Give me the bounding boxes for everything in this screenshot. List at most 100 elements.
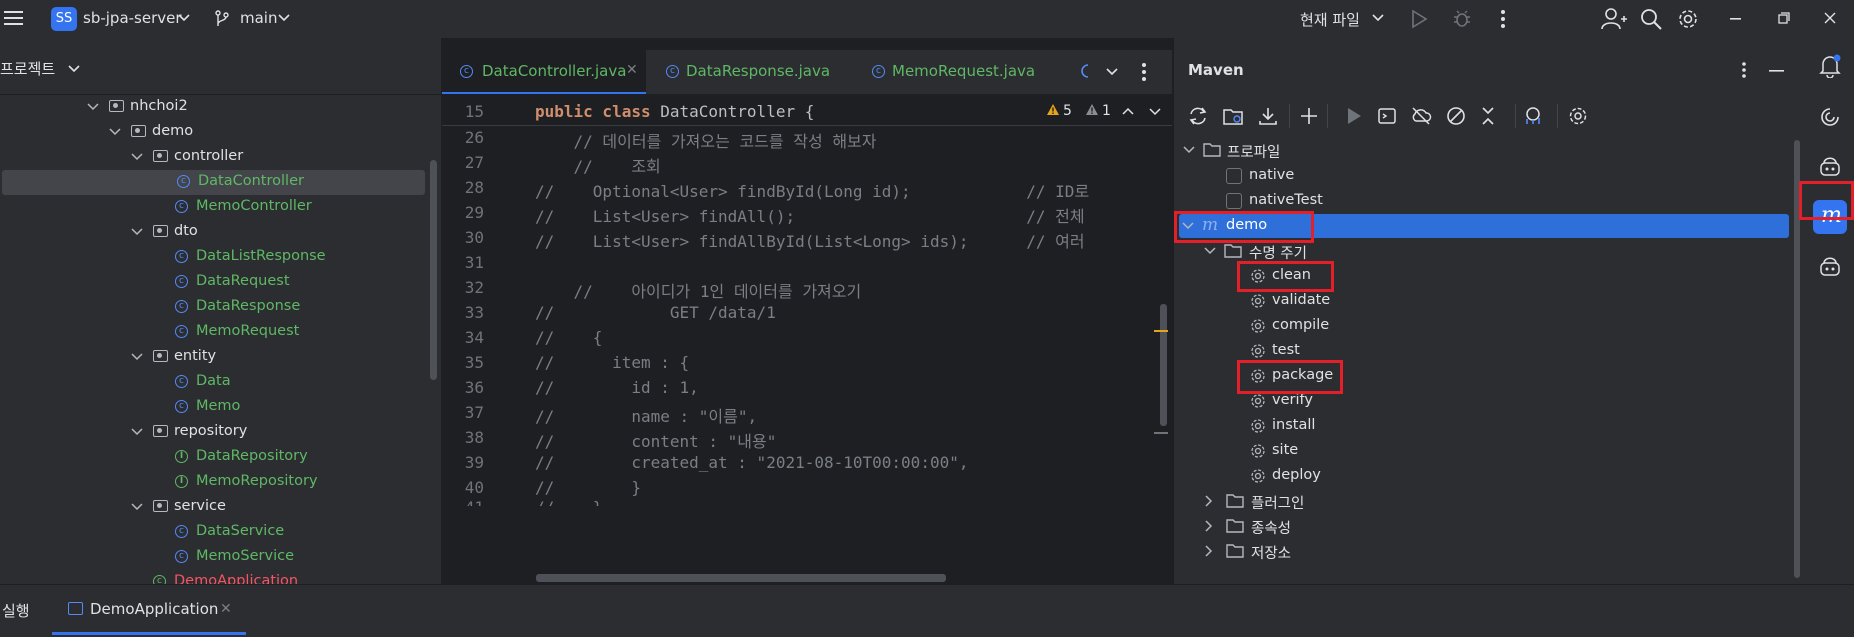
editor-scrollbar[interactable] bbox=[1160, 304, 1167, 426]
tree-row-memorequest[interactable]: c MemoRequest bbox=[0, 320, 441, 345]
tree-row-memocontroller[interactable]: c MemoController bbox=[0, 195, 441, 220]
close-tab-icon[interactable]: ✕ bbox=[626, 62, 638, 78]
dependencies-node[interactable]: 종속성 bbox=[1173, 514, 1804, 539]
code-line[interactable]: 38 // content : "내용" bbox=[442, 426, 1172, 451]
tree-row-service[interactable]: service bbox=[0, 495, 441, 520]
more-tabs-class-icon[interactable] bbox=[1080, 64, 1090, 78]
close-tab-icon[interactable]: ✕ bbox=[220, 601, 232, 617]
code-line[interactable]: 39 // created_at : "2021-08-10T00:00:00", bbox=[442, 451, 1172, 476]
tree-row-data[interactable]: c Data bbox=[0, 370, 441, 395]
code-line[interactable]: 35 // item : { bbox=[442, 351, 1172, 376]
chevron-right-icon[interactable] bbox=[1202, 519, 1216, 533]
project-badge[interactable]: SS bbox=[51, 7, 77, 31]
chevron-down-icon[interactable] bbox=[108, 125, 122, 139]
maven-settings-icon[interactable] bbox=[1568, 106, 1588, 126]
chevron-down-icon[interactable] bbox=[68, 64, 80, 74]
profile-native[interactable]: native bbox=[1173, 164, 1804, 189]
main-menu-icon[interactable] bbox=[4, 9, 24, 27]
search-icon[interactable] bbox=[1640, 8, 1662, 30]
chevron-down-icon[interactable] bbox=[1182, 143, 1196, 157]
analyze-dependencies-icon[interactable] bbox=[1524, 106, 1544, 126]
tree-row-datalistresponse[interactable]: c DataListResponse bbox=[0, 245, 441, 270]
lifecycle-goal-compile[interactable]: compile bbox=[1173, 314, 1804, 339]
offline-mode-icon[interactable] bbox=[1410, 106, 1432, 126]
chevron-down-icon[interactable] bbox=[130, 350, 144, 364]
run-maven-icon[interactable] bbox=[1345, 107, 1363, 125]
settings-gear-icon[interactable] bbox=[1677, 8, 1699, 30]
chevron-down-icon[interactable] bbox=[130, 150, 144, 164]
chevron-down-icon[interactable] bbox=[178, 13, 190, 23]
tree-row-datarepository[interactable]: I DataRepository bbox=[0, 445, 441, 470]
tab-run-demoapplication[interactable]: DemoApplication ✕ bbox=[52, 585, 246, 635]
more-vertical-icon[interactable] bbox=[1500, 9, 1506, 29]
add-user-icon[interactable] bbox=[1601, 7, 1627, 31]
chevron-down-icon[interactable] bbox=[278, 13, 290, 23]
tree-row-demo[interactable]: demo bbox=[0, 120, 441, 145]
tree-row-nhchoi2[interactable]: nhchoi2 bbox=[0, 95, 441, 120]
code-line[interactable]: 34 // { bbox=[442, 326, 1172, 351]
project-tree-scrollbar[interactable] bbox=[430, 160, 437, 380]
tab-memorequest[interactable]: c MemoRequest.java bbox=[820, 50, 1035, 94]
run-config-select[interactable]: 현재 파일 bbox=[1300, 9, 1360, 30]
more-vertical-icon[interactable] bbox=[1741, 61, 1747, 79]
tree-row-datarequest[interactable]: c DataRequest bbox=[0, 270, 441, 295]
lifecycle-goal-deploy[interactable]: deploy bbox=[1173, 464, 1804, 489]
tree-row-entity[interactable]: entity bbox=[0, 345, 441, 370]
skip-tests-icon[interactable] bbox=[1446, 106, 1466, 126]
tree-row-datacontroller[interactable]: c DataController bbox=[2, 170, 425, 195]
minimize-icon[interactable] bbox=[1730, 18, 1742, 21]
warning-marker[interactable] bbox=[1154, 330, 1168, 332]
tree-row-dataservice[interactable]: c DataService bbox=[0, 520, 441, 545]
code-line[interactable]: 30 // List<User> findAllById(List<Long> i… bbox=[442, 226, 1172, 251]
code-line[interactable]: 26 // 데이터를 가져오는 코드를 작성 해보자 bbox=[442, 126, 1172, 151]
chevron-down-icon[interactable] bbox=[130, 500, 144, 514]
tree-row-repository[interactable]: repository bbox=[0, 420, 441, 445]
generate-sources-icon[interactable] bbox=[1222, 106, 1244, 126]
copilot-icon[interactable] bbox=[1819, 156, 1841, 178]
code-line[interactable]: 33 // GET /data/1 bbox=[442, 301, 1172, 326]
profile-checkbox[interactable] bbox=[1226, 168, 1242, 184]
tree-row-memoservice[interactable]: c MemoService bbox=[0, 545, 441, 570]
chevron-right-icon[interactable] bbox=[1202, 544, 1216, 558]
code-line[interactable]: 32 // 아이디가 1인 데이터를 가져오기 bbox=[442, 276, 1172, 301]
repositories-node[interactable]: 저장소 bbox=[1173, 539, 1804, 564]
editor-horizontal-scrollbar[interactable] bbox=[536, 574, 946, 582]
project-name[interactable]: sb-jpa-server bbox=[83, 9, 182, 27]
copilot-chat-icon[interactable] bbox=[1819, 256, 1841, 278]
code-line[interactable]: 31 bbox=[442, 251, 1172, 276]
tree-row-memorepository[interactable]: I MemoRepository bbox=[0, 470, 441, 495]
tree-row-controller[interactable]: controller bbox=[0, 145, 441, 170]
hide-panel-icon[interactable] bbox=[1769, 70, 1785, 73]
lifecycle-goal-install[interactable]: install bbox=[1173, 414, 1804, 439]
chevron-right-icon[interactable] bbox=[1202, 494, 1216, 508]
execute-goal-icon[interactable] bbox=[1377, 106, 1397, 126]
chevron-down-icon[interactable] bbox=[1203, 244, 1217, 258]
tree-row-dataresponse[interactable]: c DataResponse bbox=[0, 295, 441, 320]
run-icon[interactable] bbox=[1410, 9, 1428, 29]
branch-name[interactable]: main bbox=[240, 9, 277, 27]
tree-row-dto[interactable]: dto bbox=[0, 220, 441, 245]
plugins-node[interactable]: 플러그인 bbox=[1173, 489, 1804, 514]
ai-assistant-icon[interactable] bbox=[1819, 106, 1841, 128]
lifecycle-goal-site[interactable]: site bbox=[1173, 439, 1804, 464]
run-panel-title[interactable]: 실행 bbox=[2, 600, 30, 621]
project-panel-title[interactable]: 프로젝트 bbox=[0, 58, 55, 79]
close-window-icon[interactable] bbox=[1824, 12, 1836, 24]
download-icon[interactable] bbox=[1257, 106, 1279, 126]
lifecycle-goal-validate[interactable]: validate bbox=[1173, 289, 1804, 314]
more-vertical-icon[interactable] bbox=[1141, 62, 1147, 82]
code-line[interactable]: 37 // name : "이름", bbox=[442, 401, 1172, 426]
chevron-down-icon[interactable] bbox=[130, 425, 144, 439]
chevron-down-icon[interactable] bbox=[86, 100, 100, 114]
code-line[interactable]: 28 // Optional<User> findById(Long id); /… bbox=[442, 176, 1172, 201]
code-line[interactable]: 27 // 조회 bbox=[442, 151, 1172, 176]
tree-row-memo[interactable]: c Memo bbox=[0, 395, 441, 420]
reload-icon[interactable] bbox=[1187, 106, 1209, 126]
add-icon[interactable] bbox=[1299, 106, 1319, 126]
chevron-down-icon[interactable] bbox=[130, 225, 144, 239]
restore-icon[interactable] bbox=[1778, 12, 1790, 24]
code-line[interactable]: 15 public class DataController { bbox=[442, 100, 1172, 125]
profile-checkbox[interactable] bbox=[1226, 193, 1242, 209]
notifications-icon[interactable] bbox=[1819, 54, 1841, 78]
code-line[interactable]: 41 // } bbox=[442, 496, 1172, 506]
